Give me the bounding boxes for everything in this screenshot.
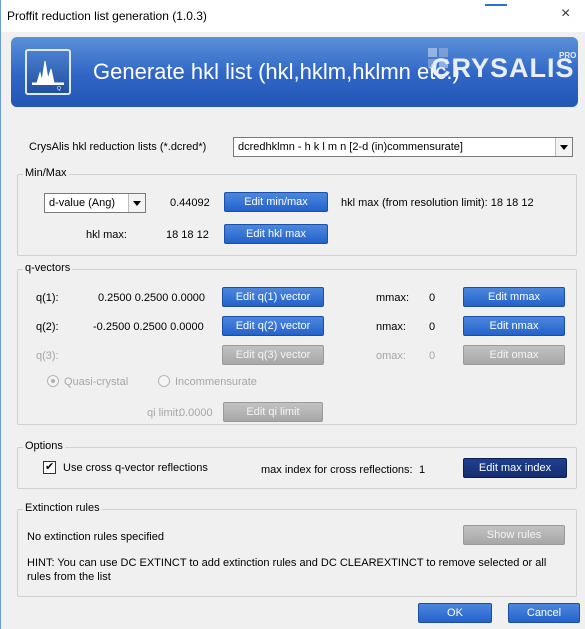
quasi-crystal-radio[interactable] <box>47 375 59 387</box>
hkl-max-label: hkl max: <box>86 229 127 241</box>
q2-label: q(2): <box>36 321 59 333</box>
header-banner: Q Generate hkl list (hkl,hklm,hklmn etc.… <box>11 37 578 107</box>
resolution-value: 0.44092 <box>170 197 210 209</box>
banner-title: Generate hkl list (hkl,hklm,hklmn etc.) <box>93 59 460 84</box>
minmax-group-label: Min/Max <box>23 167 69 179</box>
incommensurate-radio[interactable] <box>158 375 170 387</box>
edit-minmax-button[interactable]: Edit min/max <box>224 192 328 212</box>
edit-q1-vector-button[interactable]: Edit q(1) vector <box>222 287 324 307</box>
crysalis-logo-pro: PRO <box>559 51 577 60</box>
mmax-label: mmax: <box>376 292 409 304</box>
svg-text:Q: Q <box>57 86 61 92</box>
crysalis-app-icon: Q <box>25 49 71 95</box>
q3-label: q(3): <box>36 350 59 362</box>
ok-button[interactable]: OK <box>418 603 492 623</box>
reduction-list-value: dcredhklmn - h k l m n [2-d (in)commensu… <box>238 141 463 153</box>
chevron-down-icon[interactable] <box>128 194 145 212</box>
edit-mmax-button[interactable]: Edit mmax <box>463 287 565 307</box>
edit-hkl-max-button[interactable]: Edit hkl max <box>224 224 328 244</box>
options-group-label: Options <box>23 440 65 452</box>
cross-reflections-checkbox[interactable] <box>43 460 56 474</box>
max-index-label: max index for cross reflections: <box>261 464 413 476</box>
omax-label: omax: <box>376 350 406 362</box>
extinction-hint-line2: rules from the list <box>27 571 111 583</box>
edit-nmax-button[interactable]: Edit nmax <box>463 316 565 336</box>
q2-value: -0.2500 0.2500 0.0000 <box>93 321 204 333</box>
cancel-button[interactable]: Cancel <box>508 603 580 623</box>
hkl-max-resolution-text: hkl max (from resolution limit): 18 18 1… <box>341 197 534 209</box>
omax-value: 0 <box>429 350 436 362</box>
q1-label: q(1): <box>36 292 59 304</box>
edit-q2-vector-button[interactable]: Edit q(2) vector <box>222 316 324 336</box>
edit-qi-limit-button[interactable]: Edit qi limit <box>223 402 323 422</box>
quasi-crystal-label: Quasi-crystal <box>64 376 129 388</box>
nmax-value: 0 <box>429 321 436 333</box>
resolution-mode-value: d-value (Ang) <box>49 197 116 209</box>
show-rules-button[interactable]: Show rules <box>463 525 565 545</box>
hkl-max-value: 18 18 12 <box>166 229 209 241</box>
dialog-window: Proffit reduction list generation (1.0.3… <box>0 0 585 629</box>
edit-q3-vector-button[interactable]: Edit q(3) vector <box>222 345 324 365</box>
cross-reflections-label: Use cross q-vector reflections <box>63 462 208 474</box>
mmax-value: 0 <box>429 292 436 304</box>
close-icon[interactable]: × <box>561 6 570 22</box>
extinction-hint-line1: HINT: You can use DC EXTINCT to add exti… <box>27 557 547 569</box>
incommensurate-label: Incommensurate <box>175 376 257 388</box>
q1-value: 0.2500 0.2500 0.0000 <box>98 292 206 304</box>
reduction-list-label: CrysAlis hkl reduction lists (*.dcred*) <box>29 141 207 153</box>
q-vectors-group-label: q-vectors <box>23 262 73 274</box>
window-title: Proffit reduction list generation (1.0.3… <box>7 9 207 23</box>
title-accent-line <box>485 0 507 6</box>
extinction-rules-group: Extinction rules <box>17 502 577 597</box>
chevron-down-icon[interactable] <box>555 138 572 156</box>
max-index-value: 1 <box>419 464 426 476</box>
edit-omax-button[interactable]: Edit omax <box>463 345 565 365</box>
title-bar[interactable]: Proffit reduction list generation (1.0.3… <box>1 0 585 32</box>
extinction-status: No extinction rules specified <box>27 531 164 543</box>
extinction-rules-group-label: Extinction rules <box>23 502 102 514</box>
nmax-label: nmax: <box>376 321 406 333</box>
qi-limit-value: 0.0000 <box>179 407 213 419</box>
reduction-list-select[interactable]: dcredhklmn - h k l m n [2-d (in)commensu… <box>233 137 573 157</box>
edit-max-index-button[interactable]: Edit max index <box>463 458 567 478</box>
crysalis-logo: CRYSALIS <box>431 53 575 83</box>
resolution-mode-select[interactable]: d-value (Ang) <box>44 193 146 213</box>
qi-limit-label: qi limit: <box>147 407 182 419</box>
